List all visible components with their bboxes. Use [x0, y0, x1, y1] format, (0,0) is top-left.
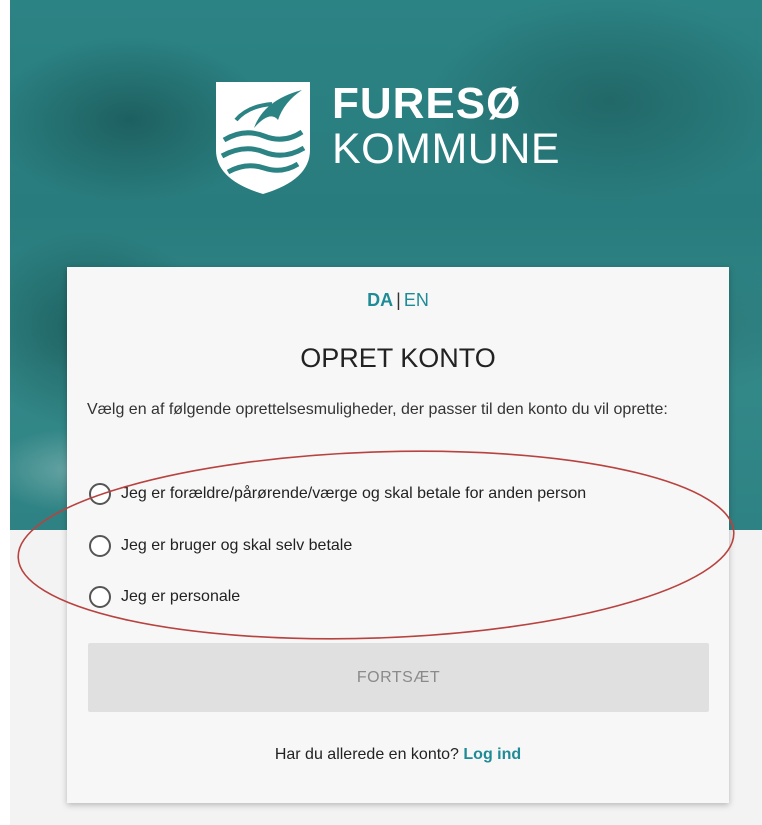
radio-button[interactable] [89, 586, 111, 608]
option-label: Jeg er bruger og skal selv betale [121, 537, 353, 554]
intro-text: Vælg en af følgende oprettelsesmulighede… [87, 401, 668, 418]
brand-name-line1: FURESØ [332, 79, 522, 128]
page-title: OPRET KONTO [300, 343, 496, 373]
radio-button[interactable] [89, 535, 111, 557]
login-prompt: Har du allerede en konto? [274, 746, 459, 763]
option-label: Jeg er personale [121, 588, 241, 605]
language-separator: | [396, 290, 401, 310]
language-da-link[interactable]: DA [367, 290, 393, 310]
option-guardian[interactable]: Jeg er forældre/pårørende/værge og skal … [89, 480, 586, 508]
login-prompt-row: Har du allerede en konto? Log ind [67, 746, 729, 764]
language-en-link[interactable]: EN [404, 290, 429, 310]
option-label: Jeg er forældre/pårørende/værge og skal … [121, 485, 587, 502]
furesoe-crest-icon [216, 82, 310, 194]
radio-button[interactable] [89, 483, 111, 505]
option-staff[interactable]: Jeg er personale [89, 583, 240, 611]
option-user[interactable]: Jeg er bruger og skal selv betale [89, 532, 352, 560]
language-switcher: DA | EN [67, 290, 729, 311]
brand-logo: FURESØ KOMMUNE [214, 80, 594, 200]
login-link[interactable]: Log ind [463, 746, 521, 763]
brand-name-line2: KOMMUNE [332, 125, 561, 173]
continue-button[interactable]: FORTSÆT [88, 643, 709, 712]
create-account-card: DA | EN OPRET KONTO Vælg en af følgende op… [67, 267, 729, 803]
